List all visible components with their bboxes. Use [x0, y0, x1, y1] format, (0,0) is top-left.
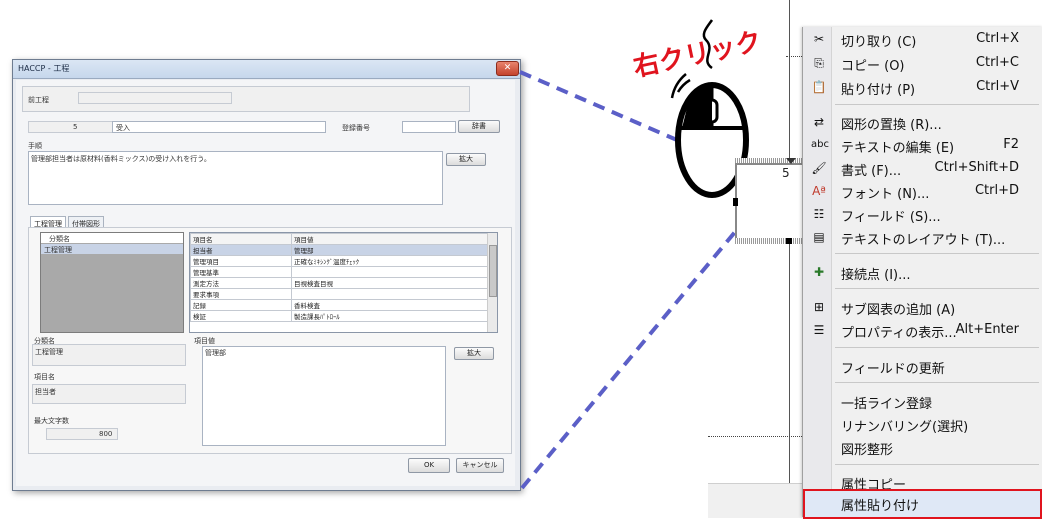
menu-item-shortcut: Alt+Enter	[955, 322, 1019, 337]
edit-text-icon: abc	[811, 139, 829, 150]
add-subdiagram-icon: ⊞	[813, 300, 825, 314]
menu-item-label: フォント (N)...	[841, 187, 930, 202]
menu-item-font[interactable]: Aª フォント (N)... Ctrl+D	[803, 179, 1042, 203]
menu-item-paste[interactable]: 📋 貼り付け (P) Ctrl+V	[803, 75, 1042, 99]
menu-item-shortcut: Ctrl+D	[974, 183, 1019, 198]
menu-separator	[835, 253, 1039, 254]
menu-separator	[835, 104, 1039, 105]
text-layout-icon: ▤	[813, 230, 825, 244]
menu-item-text-layout[interactable]: ▤ テキストのレイアウト (T)...	[803, 225, 1042, 249]
menu-item-format[interactable]: 🖌 書式 (F)... Ctrl+Shift+D	[803, 156, 1042, 180]
menu-item-shortcut: Ctrl+V	[976, 79, 1019, 94]
menu-item-label: 属性貼り付け	[841, 499, 920, 514]
menu-separator	[835, 464, 1039, 465]
menu-item-label: フィールド (S)...	[841, 210, 941, 225]
menu-item-label: フィールドの更新	[841, 362, 945, 377]
menu-item-label: 書式 (F)...	[841, 164, 902, 179]
shape-handle-bottom[interactable]	[786, 238, 792, 244]
menu-item-label: 図形整形	[841, 443, 894, 458]
menu-item-attribute-paste[interactable]: 属性貼り付け	[803, 489, 1042, 519]
menu-separator	[835, 347, 1039, 348]
menu-item-label: 接続点 (I)...	[841, 268, 911, 283]
context-menu: ✂ 切り取り (C) Ctrl+X ⎘ コピー (O) Ctrl+C 📋 貼り付…	[802, 27, 1042, 517]
connector-line-bottom	[520, 230, 737, 490]
menu-item-copy[interactable]: ⎘ コピー (O) Ctrl+C	[803, 51, 1042, 75]
menu-item-label: 切り取り (C)	[841, 35, 917, 50]
menu-item-shortcut: Ctrl+C	[975, 55, 1019, 70]
replace-shape-icon: ⇄	[813, 115, 825, 129]
menu-item-properties[interactable]: ☰ プロパティの表示... Alt+Enter	[803, 318, 1042, 342]
menu-item-label: テキストの編集 (E)	[841, 141, 955, 156]
menu-item-add-subdiagram[interactable]: ⊞ サブ図表の追加 (A)	[803, 295, 1042, 319]
menu-item-update-fields[interactable]: フィールドの更新	[803, 354, 1042, 378]
field-icon: ☷	[813, 207, 825, 221]
canvas-guide-line	[789, 0, 790, 517]
menu-item-cut[interactable]: ✂ 切り取り (C) Ctrl+X	[803, 27, 1042, 51]
menu-item-label: 図形の置換 (R)...	[841, 118, 942, 133]
menu-item-shortcut: Ctrl+X	[976, 31, 1019, 46]
shape-handle-left[interactable]	[733, 198, 738, 206]
menu-item-shape-arrange[interactable]: 図形整形	[803, 435, 1042, 459]
shape-number: 5	[782, 166, 790, 180]
menu-item-shortcut: Ctrl+Shift+D	[934, 160, 1019, 175]
menu-item-replace-shape[interactable]: ⇄ 図形の置換 (R)...	[803, 110, 1042, 134]
menu-item-connection-point[interactable]: ✚ 接続点 (I)...	[803, 260, 1042, 284]
connection-point-icon: ✚	[813, 265, 825, 279]
shape-handle-icon[interactable]	[786, 158, 796, 164]
properties-icon: ☰	[813, 323, 825, 337]
copy-icon: ⎘	[814, 56, 824, 70]
menu-item-label: コピー (O)	[841, 59, 905, 74]
menu-separator	[835, 382, 1039, 383]
scissors-icon: ✂	[813, 32, 825, 46]
menu-separator	[835, 288, 1039, 289]
dotted-connector-bottom	[708, 436, 802, 437]
menu-item-renumbering[interactable]: リナンバリング(選択)	[803, 412, 1042, 436]
menu-item-label: 貼り付け (P)	[841, 83, 916, 98]
menu-item-label: プロパティの表示...	[841, 326, 957, 341]
menu-item-edit-text[interactable]: abc テキストの編集 (E) F2	[803, 133, 1042, 157]
format-icon: 🖌	[811, 161, 827, 175]
menu-item-label: リナンバリング(選択)	[841, 420, 969, 435]
connector-line-top	[519, 70, 701, 152]
menu-item-bulk-line-register[interactable]: 一括ライン登録	[803, 389, 1042, 413]
menu-item-label: 一括ライン登録	[841, 397, 933, 412]
font-icon: Aª	[812, 184, 826, 198]
menu-item-label: テキストのレイアウト (T)...	[841, 233, 1006, 248]
paste-icon: 📋	[811, 80, 827, 94]
canvas-bottom-panel	[708, 483, 803, 518]
menu-item-label: サブ図表の追加 (A)	[841, 303, 956, 318]
menu-item-shortcut: F2	[1003, 137, 1019, 152]
menu-item-field[interactable]: ☷ フィールド (S)...	[803, 202, 1042, 226]
